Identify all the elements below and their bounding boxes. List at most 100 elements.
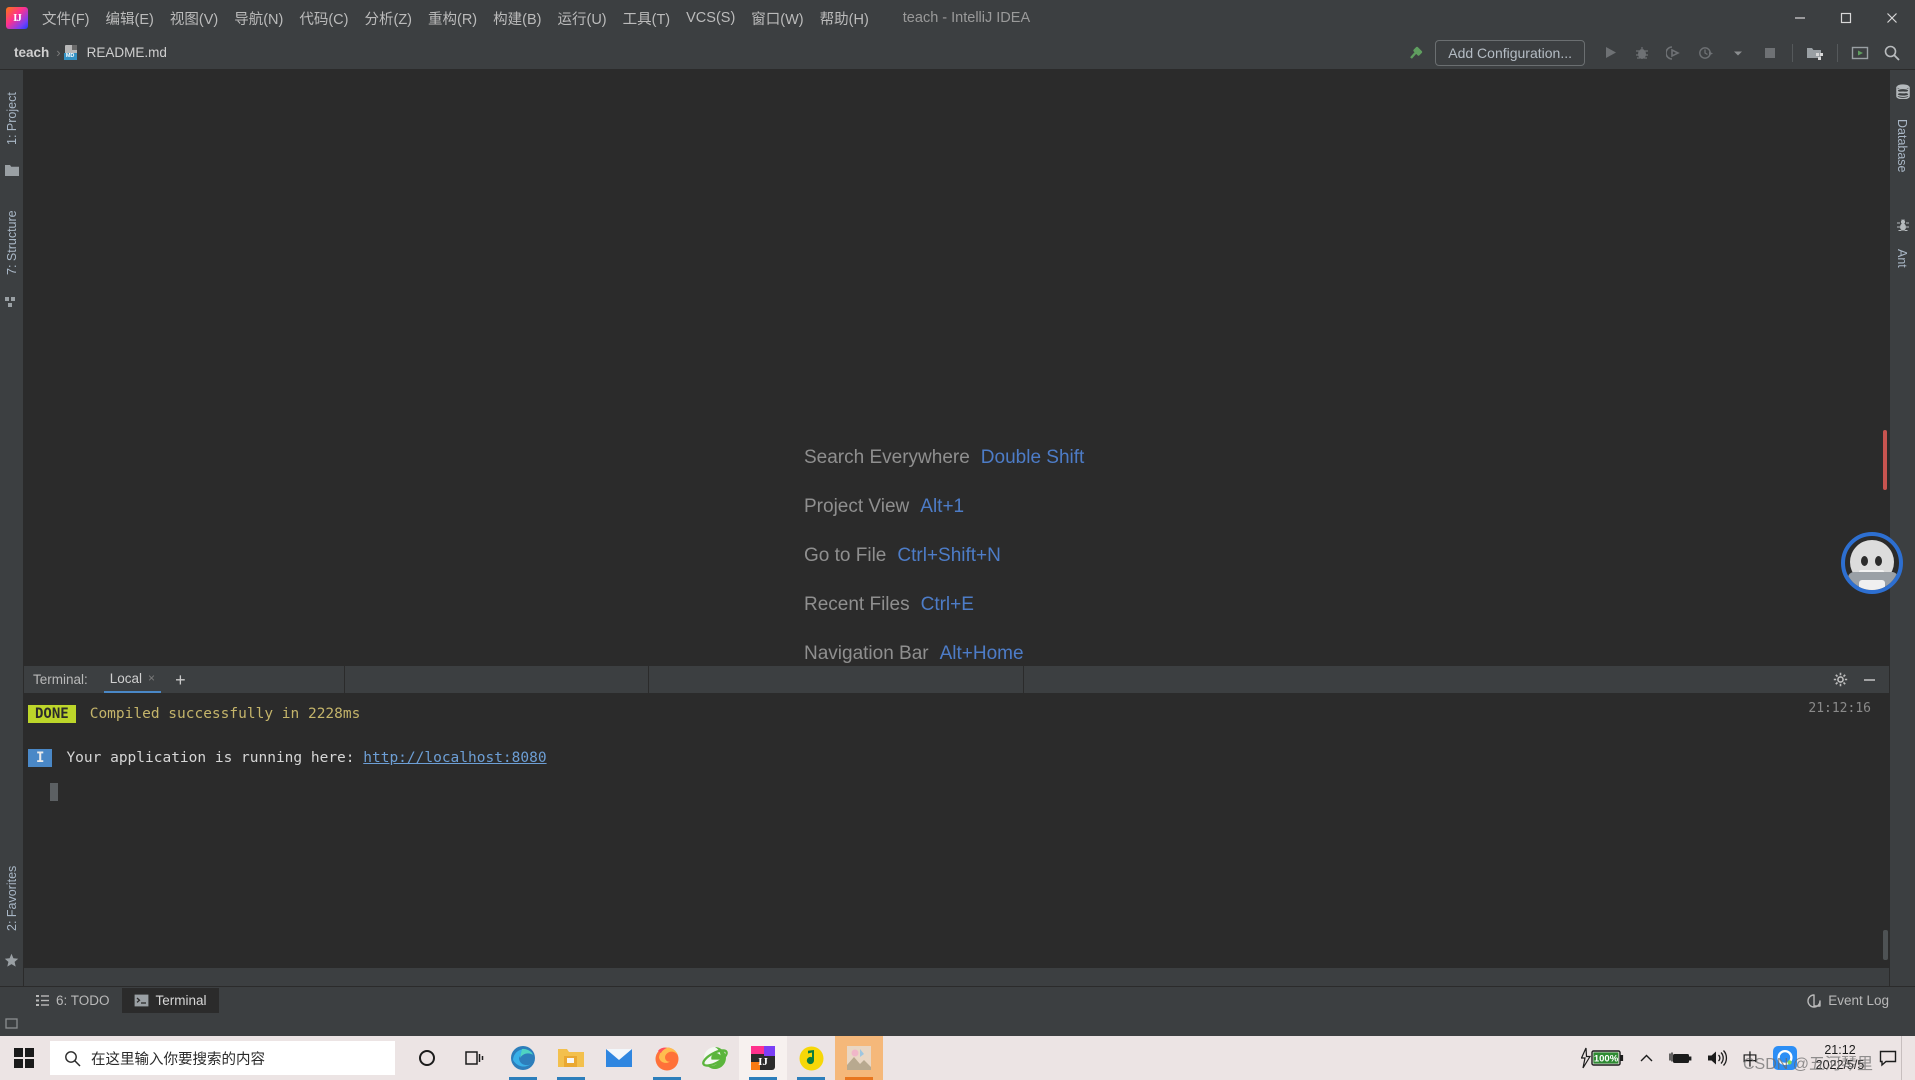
tip-key-search-everywhere: Double Shift [980, 446, 1085, 468]
toolbar-divider [1792, 43, 1793, 62]
floating-assistant-avatar[interactable] [1841, 532, 1903, 594]
memory-indicator-icon[interactable] [5, 1017, 19, 1030]
menu-item-vcs[interactable]: VCS(S) [678, 6, 743, 30]
terminal-tab-local[interactable]: Local × [103, 667, 162, 693]
window-title: teach - IntelliJ IDEA [902, 10, 1031, 26]
terminal-scrollbar[interactable] [1883, 930, 1888, 960]
project-folder-icon [5, 164, 19, 176]
power-plug-icon[interactable] [1661, 1050, 1699, 1066]
gear-icon[interactable] [1833, 672, 1848, 687]
mail-icon[interactable] [595, 1036, 643, 1080]
qq-music-icon[interactable] [787, 1036, 835, 1080]
cortana-icon[interactable] [403, 1036, 451, 1080]
taskbar-search-placeholder: 在这里输入你要搜索的内容 [91, 1051, 265, 1068]
minimize-icon[interactable] [1862, 674, 1877, 686]
terminal-cursor [50, 783, 58, 801]
internet-explorer-icon[interactable] [691, 1036, 739, 1080]
status-badge-done: DONE [28, 705, 76, 723]
terminal-header-actions [1833, 672, 1889, 687]
breadcrumb-separator-icon: › [56, 45, 61, 60]
maximize-button[interactable] [1823, 0, 1869, 36]
editor-error-stripe[interactable] [1883, 430, 1887, 490]
volume-icon[interactable] [1699, 1049, 1735, 1067]
menu-item-build[interactable]: 构建(B) [485, 4, 549, 33]
minimize-button[interactable] [1777, 0, 1823, 36]
terminal-header-divider-1 [343, 665, 345, 694]
tool-window-button-terminal[interactable]: Terminal [121, 988, 219, 1013]
chevron-up-icon[interactable] [1632, 1052, 1661, 1065]
update-project-icon[interactable] [1845, 39, 1875, 67]
stop-icon[interactable] [1755, 39, 1785, 67]
menu-item-help[interactable]: 帮助(H) [812, 4, 877, 33]
menu-item-view[interactable]: 视图(V) [162, 4, 226, 33]
build-hammer-icon[interactable] [1401, 39, 1431, 67]
terminal-icon [134, 994, 149, 1007]
avatar-eye-left [1861, 556, 1868, 566]
run-with-coverage-icon[interactable] [1659, 39, 1689, 67]
todo-list-icon [36, 995, 49, 1006]
menu-item-refactor[interactable]: 重构(R) [420, 4, 485, 33]
search-icon [64, 1050, 81, 1067]
dropdown-icon[interactable] [1723, 39, 1753, 67]
localhost-link[interactable]: http://localhost:8080 [363, 750, 546, 766]
add-configuration-button[interactable]: Add Configuration... [1435, 39, 1585, 66]
breadcrumb-project[interactable]: teach [10, 43, 53, 62]
status-bar-right: Event Log [1795, 988, 1915, 1013]
new-terminal-tab-button[interactable]: + [175, 671, 186, 689]
sidebar-item-project-label: 1: Project [5, 92, 19, 146]
window-controls [1777, 0, 1915, 36]
notifications-icon[interactable] [1875, 1036, 1901, 1080]
tool-window-button-todo[interactable]: 6: TODO [24, 988, 122, 1013]
menu-item-edit[interactable]: 编辑(E) [98, 4, 162, 33]
structure-icon [5, 296, 19, 308]
file-explorer-icon[interactable] [547, 1036, 595, 1080]
sidebar-item-database[interactable]: Database [1890, 104, 1914, 188]
menu-item-tools[interactable]: 工具(T) [615, 4, 679, 33]
menu-item-run[interactable]: 运行(U) [549, 4, 614, 33]
photos-app-icon[interactable] [835, 1036, 883, 1080]
tip-label-project-view: Project View [804, 495, 910, 517]
sidebar-item-project[interactable]: 1: Project [0, 76, 24, 162]
menu-item-navigate[interactable]: 导航(N) [226, 4, 291, 33]
sidebar-item-favorites[interactable]: 2: Favorites [0, 848, 24, 948]
windows-taskbar: 在这里输入你要搜索的内容 IJ 100% 中 21:12 2022/5/5 CS… [0, 1036, 1915, 1080]
profiler-icon[interactable] [1691, 39, 1721, 67]
markdown-badge-label: MD [63, 53, 77, 60]
event-log-button[interactable]: Event Log [1795, 988, 1901, 1013]
breadcrumb-file[interactable]: README.md [83, 43, 171, 62]
menu-item-analyze[interactable]: 分析(Z) [356, 4, 420, 33]
menu-item-window[interactable]: 窗口(W) [743, 4, 811, 33]
taskbar-search-box[interactable]: 在这里输入你要搜索的内容 [50, 1041, 395, 1075]
microsoft-edge-icon[interactable] [499, 1036, 547, 1080]
editor-empty-state: Search Everywhere Double Shift Project V… [24, 70, 1889, 713]
sidebar-item-structure-label: 7: Structure [5, 210, 19, 276]
tip-row-recent-files: Recent Files Ctrl+E [804, 580, 1084, 629]
search-icon[interactable] [1877, 39, 1907, 67]
tip-key-navigation-bar: Alt+Home [939, 642, 1024, 664]
terminal-header-divider-3 [1022, 665, 1024, 694]
project-structure-icon[interactable] [1800, 39, 1830, 67]
terminal-output[interactable]: DONE Compiled successfully in 2228ms I Y… [24, 693, 1889, 968]
start-button[interactable] [0, 1036, 48, 1080]
close-button[interactable] [1869, 0, 1915, 36]
close-icon[interactable]: × [148, 671, 155, 685]
tip-key-project-view: Alt+1 [920, 495, 965, 517]
ant-icon [1896, 218, 1910, 232]
breadcrumb: teach › MD README.md [10, 43, 171, 62]
tip-label-search-everywhere: Search Everywhere [804, 446, 970, 468]
intellij-idea-window: IJ 文件(F) 编辑(E) 视图(V) 导航(N) 代码(C) 分析(Z) 重… [0, 0, 1915, 1080]
sidebar-item-structure[interactable]: 7: Structure [0, 192, 24, 294]
terminal-line-info: I Your application is running here: http… [28, 749, 547, 767]
debug-icon[interactable] [1627, 39, 1657, 67]
intellij-logo-icon: IJ [6, 7, 28, 29]
menu-item-file[interactable]: 文件(F) [34, 4, 98, 33]
menu-item-code[interactable]: 代码(C) [291, 4, 356, 33]
run-icon[interactable] [1595, 39, 1625, 67]
firefox-icon[interactable] [643, 1036, 691, 1080]
intellij-idea-icon[interactable]: IJ [739, 1036, 787, 1080]
show-desktop-button[interactable] [1901, 1036, 1909, 1080]
sidebar-item-ant[interactable]: Ant [1890, 238, 1914, 278]
task-view-icon[interactable] [451, 1036, 499, 1080]
tip-label-recent-files: Recent Files [804, 593, 910, 615]
battery-icon[interactable]: 100% [1574, 1047, 1632, 1069]
